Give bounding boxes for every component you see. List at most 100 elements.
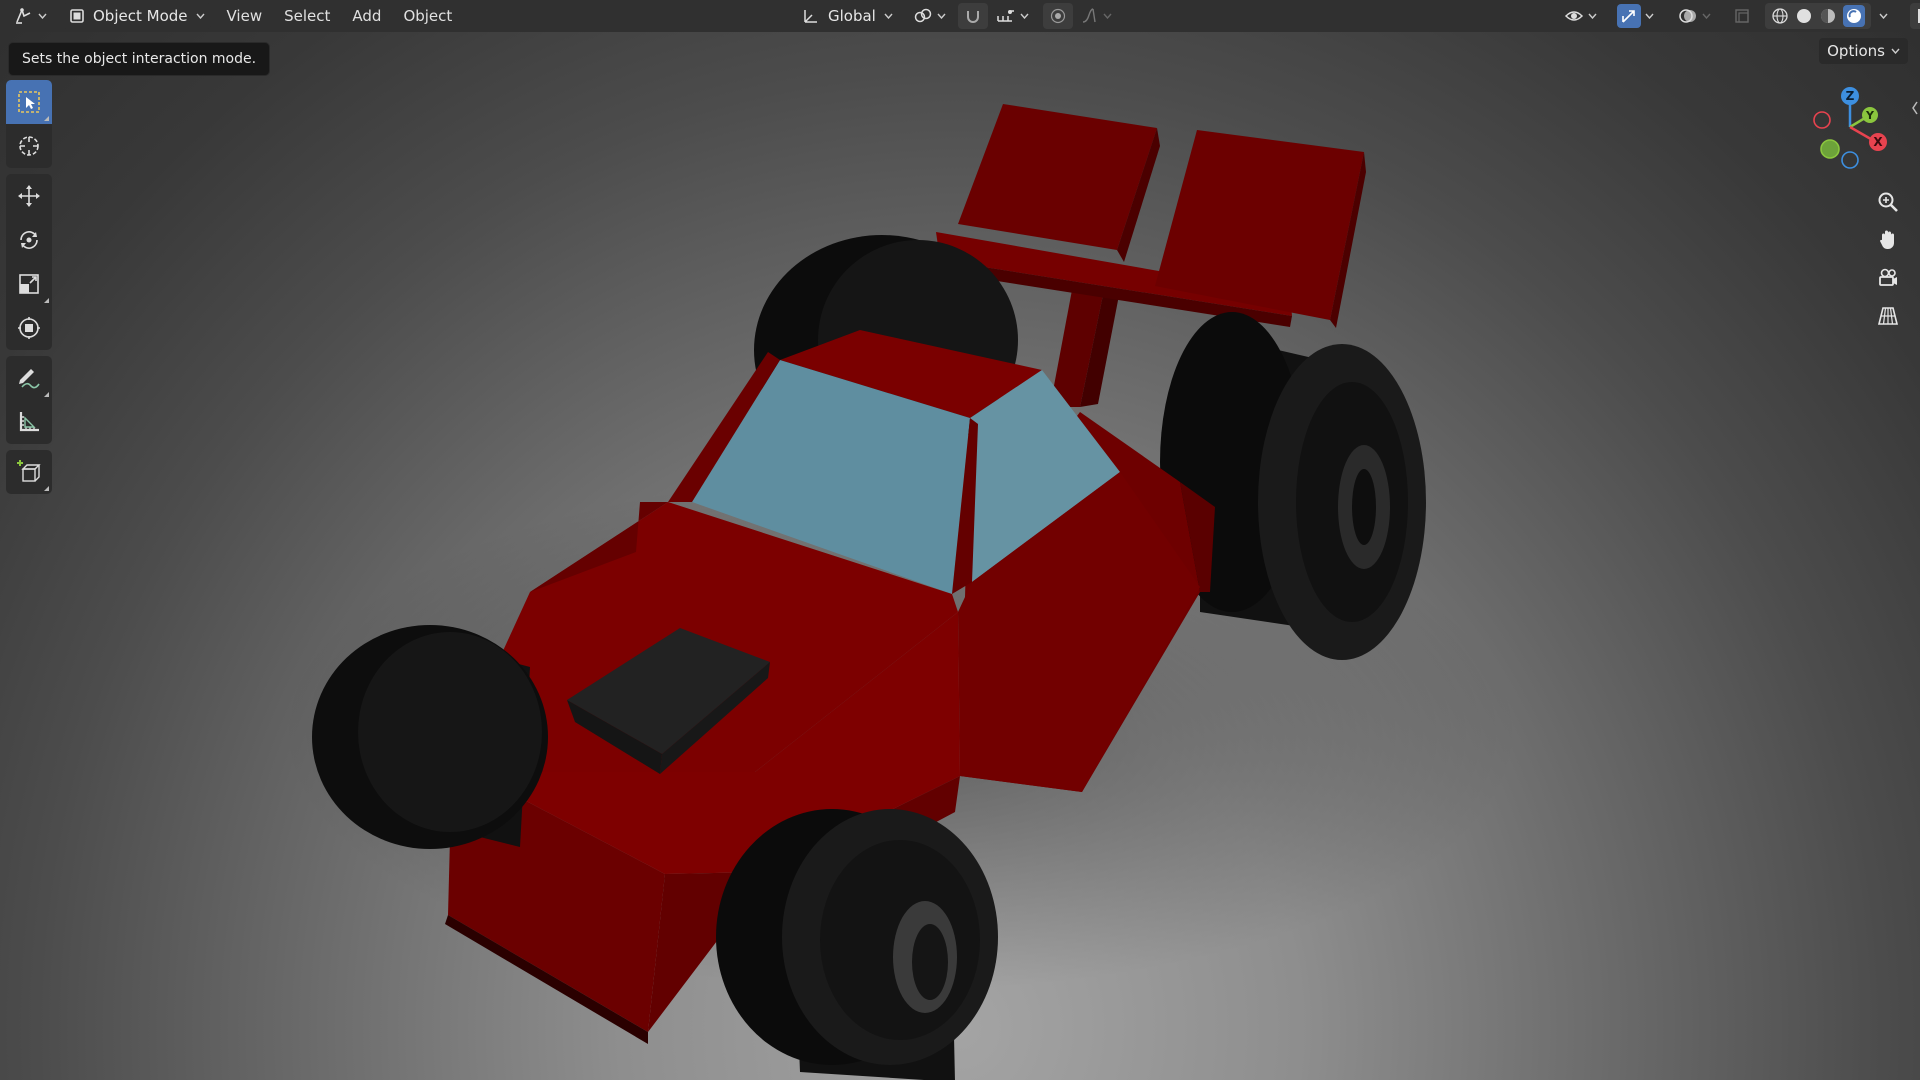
chevron-down-icon	[1702, 13, 1711, 19]
tooltip: Sets the object interaction mode.	[8, 42, 271, 76]
chevron-down-icon	[1588, 13, 1597, 19]
falloff-curve-icon	[1082, 8, 1096, 23]
pause-button[interactable]	[1910, 3, 1920, 29]
race-car-model	[280, 104, 1520, 1080]
orientation-axes-icon	[804, 10, 817, 23]
pan-button[interactable]	[1870, 222, 1906, 258]
x-axis-label: X	[1873, 135, 1883, 149]
rotate-icon	[20, 231, 38, 249]
select-box-icon	[18, 91, 40, 113]
front-left-wheel	[312, 625, 548, 849]
menu-view[interactable]: View	[217, 3, 273, 29]
sidebar-toggle-icon[interactable]	[1910, 98, 1920, 118]
object-mode-dropdown[interactable]: Object Mode	[63, 3, 211, 29]
magnet-icon	[966, 11, 979, 23]
add-cube-tool[interactable]	[6, 450, 52, 494]
select-box-tool[interactable]	[6, 80, 52, 124]
pivot-point-dropdown[interactable]	[907, 3, 952, 29]
front-right-wheel	[716, 809, 998, 1080]
chevron-down-icon	[195, 13, 205, 19]
rendered-shading-button[interactable]	[1843, 5, 1865, 27]
wireframe-shading-icon[interactable]	[1771, 7, 1789, 25]
neg-y-axis-handle[interactable]	[1820, 139, 1840, 159]
xray-icon	[1735, 9, 1749, 23]
chevron-down-icon	[884, 13, 893, 19]
scale-tool[interactable]	[6, 262, 52, 306]
overlays-toggle[interactable]	[1672, 3, 1717, 29]
chevron-down-icon	[1020, 13, 1029, 19]
blender-window: Object Mode View Select Add Object Globa…	[0, 0, 1920, 1080]
chevron-down-icon	[1103, 13, 1112, 19]
expand-corner-icon	[44, 392, 49, 397]
expand-corner-icon	[44, 298, 49, 303]
tool-group-annotate	[6, 356, 52, 444]
camera-icon	[1879, 268, 1897, 286]
chevron-down-icon	[1645, 13, 1654, 19]
tool-group-select	[6, 80, 52, 168]
perspective-toggle-button[interactable]	[1870, 298, 1906, 334]
hand-icon	[1880, 230, 1894, 249]
solid-shading-icon[interactable]	[1795, 7, 1813, 25]
tool-group-add	[6, 450, 52, 494]
snap-target-dropdown[interactable]	[990, 3, 1035, 29]
tool-shelf	[6, 80, 52, 500]
shading-mode-buttons	[1765, 3, 1871, 29]
add-cube-icon	[17, 460, 41, 482]
eye-icon	[1564, 11, 1584, 21]
expand-corner-icon	[44, 486, 49, 491]
neg-z-axis-handle[interactable]	[1841, 151, 1859, 169]
menu-add[interactable]: Add	[342, 3, 391, 29]
editor-type-icon	[16, 7, 31, 24]
3d-viewport[interactable]	[0, 32, 1920, 1080]
zoom-magnifier-icon	[1878, 192, 1898, 212]
proportional-editing-toggle[interactable]	[1042, 3, 1073, 29]
z-axis-label: Z	[1846, 89, 1855, 103]
move-tool[interactable]	[6, 174, 52, 218]
gizmo-icon-wrap	[1617, 4, 1641, 28]
expand-corner-icon	[44, 116, 49, 121]
grid-perspective-icon	[1877, 307, 1899, 325]
transform-icon	[18, 317, 40, 339]
camera-view-button[interactable]	[1870, 260, 1906, 296]
measure-tool[interactable]	[6, 400, 52, 444]
pivot-link-icon	[914, 8, 932, 23]
visibility-dropdown[interactable]	[1558, 3, 1603, 29]
chevron-down-icon	[1891, 48, 1900, 54]
annotate-tool[interactable]	[6, 356, 52, 400]
shading-options-dropdown[interactable]	[1873, 3, 1894, 29]
snap-toggle[interactable]	[957, 3, 988, 29]
gizmo-toggle[interactable]	[1611, 3, 1660, 29]
options-dropdown[interactable]: Options	[1819, 38, 1908, 64]
options-label: Options	[1827, 42, 1885, 60]
proportional-falloff-dropdown[interactable]	[1075, 3, 1118, 29]
tool-group-transform	[6, 174, 52, 350]
menu-select[interactable]: Select	[274, 3, 340, 29]
chevron-down-icon	[38, 13, 47, 19]
transform-orientation-label: Global	[828, 7, 876, 25]
editor-type-button[interactable]	[8, 3, 53, 29]
pause-icon	[1918, 9, 1920, 23]
cursor-crosshair-icon	[19, 136, 39, 156]
menu-object[interactable]: Object	[393, 3, 462, 29]
snap-increment-icon	[997, 10, 1014, 22]
rotate-tool[interactable]	[6, 218, 52, 262]
cursor-tool[interactable]	[6, 124, 52, 168]
proportional-edit-icon	[1050, 8, 1065, 24]
material-preview-icon[interactable]	[1819, 7, 1837, 25]
pencil-icon	[19, 369, 40, 389]
move-arrows-icon	[18, 185, 40, 207]
gizmo-arrows-icon	[1622, 10, 1635, 23]
transform-tool[interactable]	[6, 306, 52, 350]
chevron-down-icon	[937, 13, 946, 19]
transform-orientation-dropdown[interactable]: Global	[796, 3, 899, 29]
object-mode-label: Object Mode	[93, 7, 188, 25]
zoom-button[interactable]	[1870, 184, 1906, 220]
navigation-gizmo[interactable]: Z Y X	[1798, 82, 1898, 182]
scale-icon	[19, 274, 39, 294]
overlay-circles-icon	[1679, 9, 1696, 23]
rendered-shading-icon	[1847, 9, 1861, 23]
neg-x-axis-handle[interactable]	[1813, 111, 1831, 129]
y-axis-label: Y	[1865, 109, 1875, 122]
viewport-header: Object Mode View Select Add Object Globa…	[0, 0, 1920, 32]
xray-toggle[interactable]	[1727, 3, 1757, 29]
